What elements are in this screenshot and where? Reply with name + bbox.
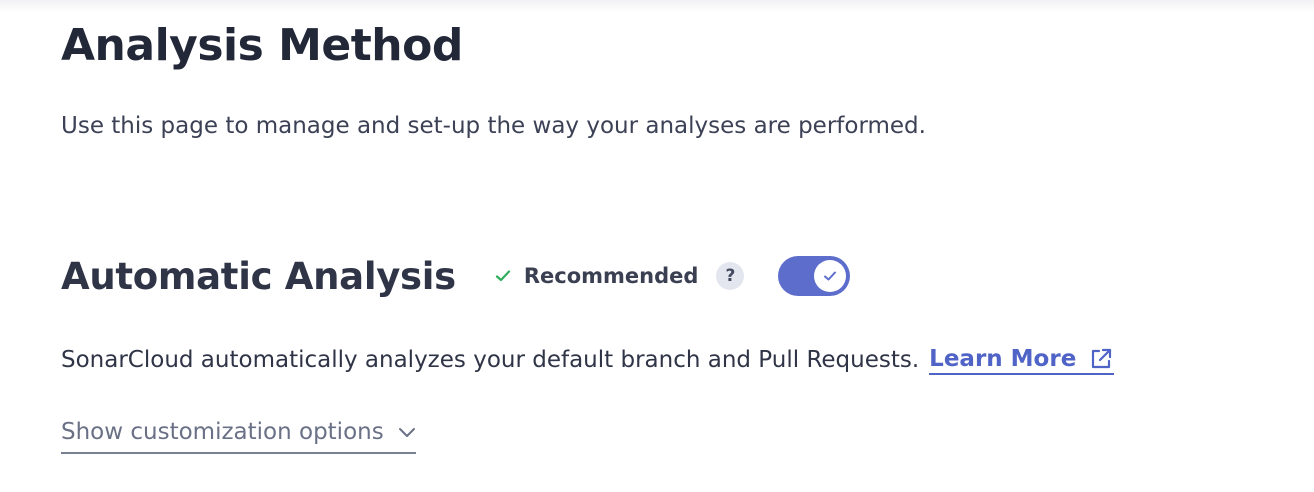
toggle-knob [814, 260, 847, 292]
learn-more-link[interactable]: Learn More [929, 345, 1115, 375]
external-link-icon [1088, 346, 1114, 372]
help-icon[interactable]: ? [716, 262, 745, 290]
recommended-label: Recommended [523, 264, 699, 288]
automatic-analysis-description: SonarCloud automatically analyzes your d… [61, 347, 920, 373]
main-content: Analysis Method Use this page to manage … [61, 0, 1291, 492]
page-title: Analysis Method [61, 20, 463, 71]
page-description: Use this page to manage and set-up the w… [61, 113, 926, 139]
automatic-analysis-description-row: SonarCloud automatically analyzes your d… [61, 340, 1115, 380]
customization-options-label: Show customization options [61, 419, 384, 445]
automatic-analysis-header: Automatic Analysis Recommended ? [61, 248, 851, 304]
recommended-badge: Recommended [494, 264, 699, 288]
learn-more-label: Learn More [929, 345, 1077, 372]
check-icon [494, 267, 512, 285]
chevron-down-icon [398, 426, 416, 438]
automatic-analysis-title: Automatic Analysis [61, 254, 456, 298]
toggle-check-icon [824, 271, 837, 281]
automatic-analysis-toggle[interactable] [778, 256, 851, 296]
show-customization-options-button[interactable]: Show customization options [61, 412, 416, 454]
